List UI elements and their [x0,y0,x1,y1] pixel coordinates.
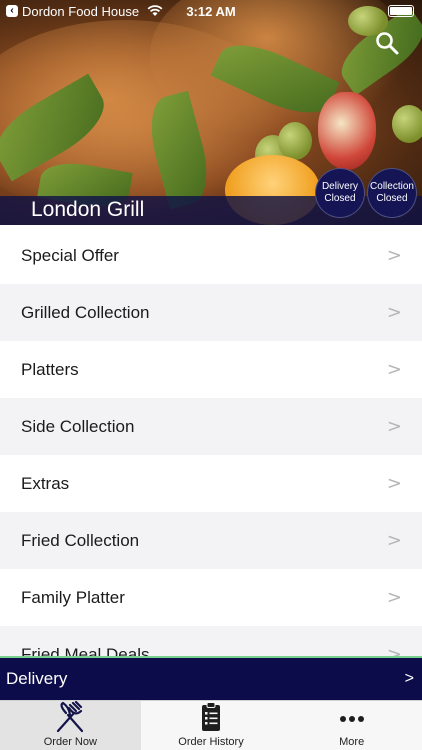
delivery-mode-label: Delivery [6,669,68,688]
search-icon[interactable] [374,30,400,56]
chevron-right-icon: > [386,530,402,551]
chevron-right-icon: > [386,245,402,266]
menu-item-label: Side Collection [21,416,135,436]
back-to-app[interactable]: ‹ Dordon Food House [6,4,139,19]
menu-item-label: Extras [21,473,70,493]
chevron-right-icon: > [386,416,402,437]
hero-banner: ‹ Dordon Food House 3:12 AM London Grill… [0,0,422,225]
fork-knife-icon [57,701,84,733]
tab-order-history[interactable]: Order History [141,701,282,750]
collection-status-line1: Collection [370,181,414,192]
clipboard-list-icon [202,702,220,731]
menu-item-extras[interactable]: Extras > [0,455,422,512]
restaurant-name: London Grill [31,198,145,221]
collection-status-badge: Collection Closed [367,168,417,218]
menu-item-family-platter[interactable]: Family Platter > [0,569,422,626]
chevron-right-icon: > [404,670,414,687]
menu-item-label: Family Platter [21,587,125,607]
delivery-status-line2: Closed [324,193,356,204]
chevron-right-icon: > [386,473,402,494]
menu-item-special-offer[interactable]: Special Offer > [0,227,422,284]
tab-order-now[interactable]: Order Now [0,701,141,750]
tab-label: Order History [178,736,244,748]
menu-item-fried-collection[interactable]: Fried Collection > [0,512,422,569]
chevron-right-icon: > [386,302,402,323]
status-bar: ‹ Dordon Food House 3:12 AM [0,0,422,22]
menu-item-label: Platters [21,359,79,379]
menu-item-side-collection[interactable]: Side Collection > [0,398,422,455]
menu-category-list: Special Offer > Grilled Collection > Pla… [0,227,422,657]
more-dots-icon [339,716,364,722]
menu-item-grilled-collection[interactable]: Grilled Collection > [0,284,422,341]
delivery-status-badge: Delivery Closed [315,168,365,218]
menu-item-label: Fried Collection [21,530,140,550]
menu-item-label: Grilled Collection [21,302,150,322]
wifi-icon [147,5,163,16]
back-app-label: Dordon Food House [22,3,140,19]
delivery-status-line1: Delivery [321,181,359,192]
menu-item-label: Special Offer [21,245,119,265]
tab-label: Order Now [43,736,97,748]
bottom-tab-bar: Order Now Order History More [0,700,422,750]
delivery-mode-bar[interactable]: Delivery > [0,656,422,700]
menu-item-fried-meal-deals[interactable]: Fried Meal Deals > [0,626,422,657]
collection-status-line2: Closed [376,193,408,204]
tab-label: More [339,736,365,748]
menu-item-platters[interactable]: Platters > [0,341,422,398]
chevron-right-icon: > [386,359,402,380]
back-arrow-icon: ‹ [6,5,18,17]
tab-more[interactable]: More [281,701,422,750]
battery-icon [388,5,414,17]
chevron-right-icon: > [386,587,402,608]
